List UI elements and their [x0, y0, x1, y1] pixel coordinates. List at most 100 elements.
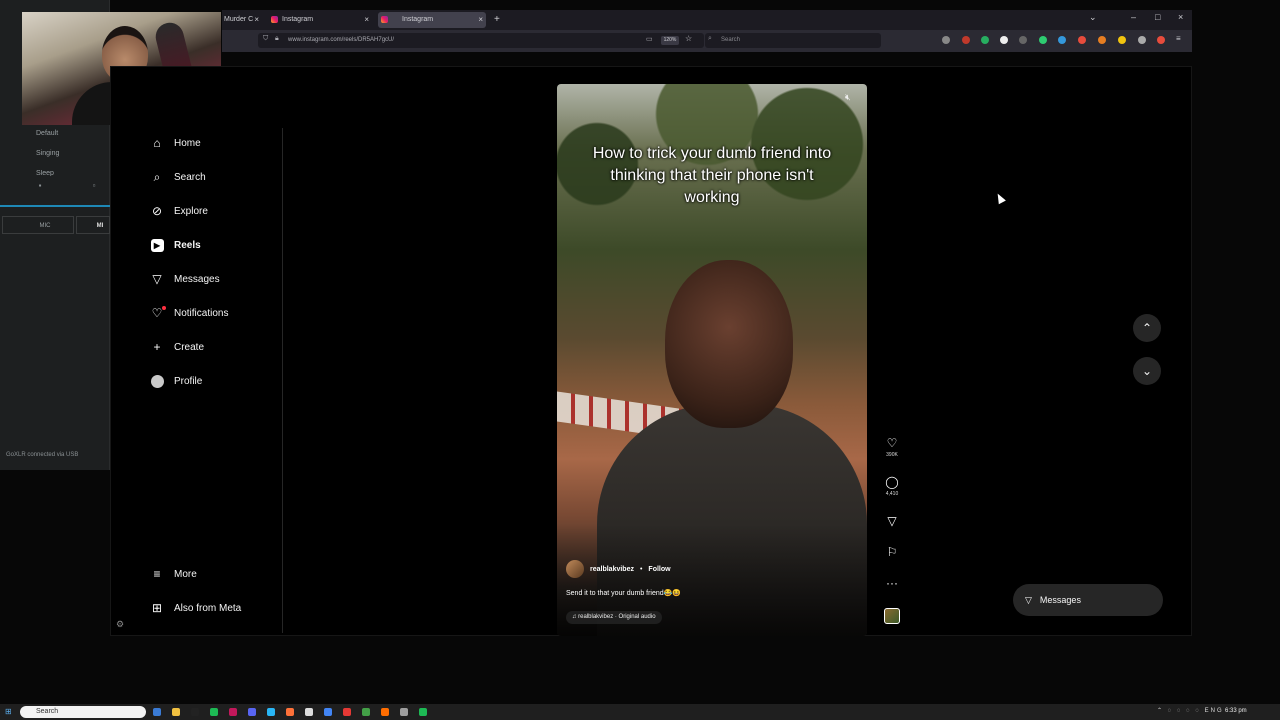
sidebar-item-more[interactable]: ≡ More: [150, 563, 196, 585]
previous-reel-button[interactable]: ⌃: [1133, 314, 1161, 342]
comment-button[interactable]: ◯ 4,410: [883, 475, 901, 497]
messages-button[interactable]: ▽ Messages: [1013, 584, 1163, 616]
heart-icon: ♡: [150, 306, 166, 320]
extension-icon[interactable]: [1098, 36, 1106, 44]
save-icon[interactable]: ▪: [34, 181, 46, 191]
sidebar-item-explore[interactable]: ⊘ Explore: [150, 200, 208, 222]
system-tray[interactable]: ⌃ ◌ ◌ ◌ ◌ ENG: [1157, 707, 1224, 714]
mute-icon[interactable]: 🔇︎: [845, 92, 851, 103]
sidebar-item-messages[interactable]: ▽ Messages: [150, 268, 220, 290]
browser-tab-3[interactable]: Instagram ×: [378, 12, 486, 28]
address-bar[interactable]: www.instagram.com/reels/DR5AH7gcU/: [258, 33, 704, 48]
sidebar-item-label: Messages: [174, 273, 220, 285]
library-icon[interactable]: [942, 36, 950, 44]
mic-tab[interactable]: MIC: [2, 216, 74, 234]
file-icon[interactable]: ▫: [88, 181, 100, 191]
home-icon: ⌂: [153, 136, 161, 150]
extension-icon[interactable]: [1058, 36, 1066, 44]
app-icon[interactable]: [362, 708, 370, 716]
share-button[interactable]: ▽: [883, 514, 901, 528]
sidebar-item-label: Explore: [174, 205, 208, 217]
app-icon[interactable]: [419, 708, 427, 716]
close-icon[interactable]: ×: [254, 12, 259, 28]
browser-menu-icon[interactable]: ≡: [1176, 34, 1181, 43]
tab-list-icon[interactable]: ⌄: [1089, 12, 1097, 23]
sidebar-item-profile[interactable]: Profile: [150, 370, 202, 392]
sidebar-item-search[interactable]: ⌕ Search: [150, 166, 206, 188]
app-icon[interactable]: [305, 708, 313, 716]
extension-icon[interactable]: [1039, 36, 1047, 44]
app-icon[interactable]: [381, 708, 389, 716]
chevron-up-icon: ⌃: [1141, 321, 1153, 335]
taskbar-search[interactable]: Search: [20, 706, 146, 718]
sidebar-item-home[interactable]: ⌂ Home: [150, 132, 200, 154]
app-icon[interactable]: [153, 708, 161, 716]
like-button[interactable]: ♡ 390K: [883, 436, 901, 458]
zoom-level[interactable]: 120%: [661, 36, 679, 45]
extension-icon[interactable]: [1000, 36, 1008, 44]
firefox-icon[interactable]: [286, 708, 294, 716]
maximize-icon[interactable]: □: [1155, 12, 1160, 22]
browser-tab-2[interactable]: Instagram ×: [268, 12, 372, 28]
sidebar-item-create[interactable]: + Create: [150, 336, 204, 358]
original-audio-link[interactable]: ♫ realblakvibez · Original audio: [566, 611, 662, 624]
app-icon[interactable]: [229, 708, 237, 716]
picture-in-picture-icon[interactable]: ▭: [646, 35, 653, 43]
preset-singing[interactable]: Singing: [0, 150, 110, 157]
app-icon[interactable]: [400, 708, 408, 716]
browser-search-input[interactable]: Search: [705, 33, 881, 48]
app-icon[interactable]: [191, 708, 199, 716]
minimize-icon[interactable]: –: [1131, 12, 1136, 22]
close-window-icon[interactable]: ×: [1178, 12, 1183, 22]
chevron-down-icon: ⌄: [1141, 364, 1153, 378]
preset-sleep[interactable]: Sleep: [0, 170, 110, 176]
taskbar-search-label: Search: [36, 708, 59, 715]
taskbar-clock[interactable]: 6:33 pm: [1225, 708, 1247, 714]
app-icon[interactable]: [267, 708, 275, 716]
save-button[interactable]: ⚐: [883, 545, 901, 559]
follow-button[interactable]: Follow: [648, 566, 670, 573]
extension-icon[interactable]: [962, 36, 970, 44]
spotify-icon[interactable]: [210, 708, 218, 716]
tab-title: Instagram: [282, 16, 314, 23]
lock-icon: 🔒︎: [275, 35, 279, 42]
compass-icon: ⊘: [151, 204, 163, 218]
app-icon[interactable]: [343, 708, 351, 716]
sidebar-item-label: Reels: [174, 239, 201, 251]
language-indicator[interactable]: ENG: [1205, 708, 1224, 714]
bookmark-star-icon[interactable]: ☆: [685, 34, 692, 43]
extension-icon[interactable]: [1118, 36, 1126, 44]
browser-tab-1[interactable]: Murder C ×: [210, 12, 262, 28]
tab-title: Instagram: [402, 16, 434, 23]
app-icon[interactable]: [324, 708, 332, 716]
discord-icon[interactable]: [248, 708, 256, 716]
send-icon: ▽: [1025, 594, 1032, 605]
audio-thumbnail[interactable]: [884, 608, 900, 624]
extensions-puzzle-icon[interactable]: [1138, 36, 1146, 44]
extension-icon[interactable]: [1157, 36, 1165, 44]
gear-icon[interactable]: ⚙: [116, 619, 124, 630]
more-options-button[interactable]: ···: [883, 576, 901, 590]
close-icon[interactable]: ×: [478, 12, 483, 28]
new-tab-button[interactable]: +: [494, 12, 500, 28]
search-icon: ⌕: [708, 35, 712, 42]
sidebar-item-notifications[interactable]: ♡ Notifications: [150, 302, 228, 324]
folder-icon[interactable]: [172, 708, 180, 716]
reel-description: Send it to that your dumb friend😂😆: [566, 590, 682, 597]
sidebar-item-also-from-meta[interactable]: ⊞ Also from Meta: [150, 597, 241, 619]
windows-start-icon[interactable]: ⊞: [5, 707, 12, 716]
author-name[interactable]: realblakvibez: [590, 566, 634, 573]
next-reel-button[interactable]: ⌄: [1133, 357, 1161, 385]
close-icon[interactable]: ×: [364, 12, 369, 28]
extension-icon[interactable]: [981, 36, 989, 44]
shield-icon[interactable]: ⛉: [263, 35, 268, 43]
extension-icon[interactable]: [1078, 36, 1086, 44]
author-avatar[interactable]: [566, 560, 584, 578]
connection-status: GoXLR connected via USB: [6, 452, 79, 458]
mic-tab-short[interactable]: MI: [76, 216, 110, 234]
sidebar-item-reels[interactable]: ▶ Reels: [150, 234, 201, 256]
preset-default[interactable]: Default: [0, 130, 110, 137]
extension-icon[interactable]: [1019, 36, 1027, 44]
notification-dot: [162, 306, 166, 310]
avatar-icon: [150, 374, 164, 388]
